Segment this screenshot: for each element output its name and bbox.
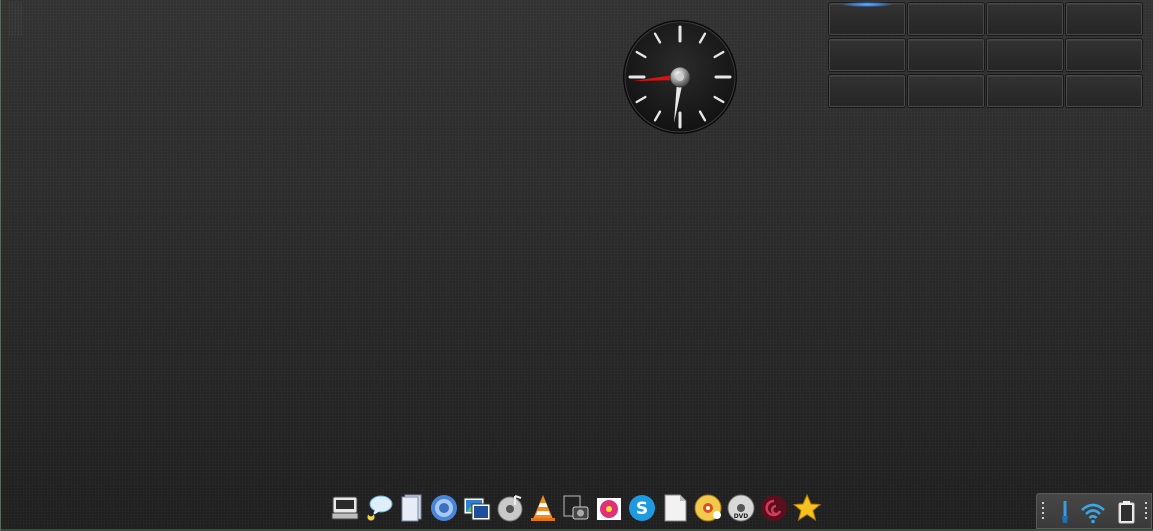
tray-grip-left[interactable] — [1042, 502, 1044, 520]
desktop-pager[interactable] — [827, 1, 1145, 110]
virtual-desktop-2[interactable] — [908, 3, 984, 35]
virtual-desktop-3[interactable] — [987, 3, 1063, 35]
dvd-icon[interactable]: DVD — [725, 492, 757, 524]
skype-icon[interactable]: S — [626, 492, 658, 524]
music-disc-icon[interactable] — [494, 492, 526, 524]
virtual-desktop-9[interactable] — [829, 75, 905, 107]
virtual-desktop-4[interactable] — [1066, 3, 1142, 35]
screenshot-icon[interactable] — [560, 492, 592, 524]
battery-icon[interactable] — [1113, 498, 1141, 526]
document-icon[interactable] — [659, 492, 691, 524]
virtual-desktop-6[interactable] — [908, 39, 984, 71]
virtual-desktop-12[interactable] — [1066, 75, 1142, 107]
svg-text:S: S — [636, 499, 648, 519]
favorites-star-icon[interactable] — [791, 492, 823, 524]
system-tray — [1036, 493, 1152, 529]
svg-text:DVD: DVD — [734, 513, 749, 520]
virtual-desktop-8[interactable] — [1066, 39, 1142, 71]
application-dock: S DVD — [329, 490, 823, 526]
debian-swirl-icon[interactable] — [758, 492, 790, 524]
tray-grip-right[interactable] — [1145, 502, 1147, 520]
virtual-desktop-10[interactable] — [908, 75, 984, 107]
virtual-desktop-11[interactable] — [987, 75, 1063, 107]
drive-icon[interactable] — [329, 492, 361, 524]
disc-burner-icon[interactable] — [692, 492, 724, 524]
flower-app-icon[interactable] — [593, 492, 625, 524]
files-icon[interactable] — [395, 492, 427, 524]
image-viewer-icon[interactable] — [461, 492, 493, 524]
wifi-icon[interactable] — [1079, 498, 1107, 526]
chat-icon[interactable] — [362, 492, 394, 524]
virtual-desktop-1[interactable] — [829, 2, 905, 35]
analog-clock-widget[interactable] — [620, 19, 740, 135]
clock-face — [623, 20, 737, 134]
brush-icon[interactable] — [1051, 498, 1079, 526]
desktop[interactable]: S DVD — [0, 0, 1153, 531]
vlc-cone-icon[interactable] — [527, 492, 559, 524]
left-edge-handle — [9, 2, 23, 36]
virtual-desktop-7[interactable] — [987, 39, 1063, 71]
virtual-desktop-5[interactable] — [829, 39, 905, 71]
browser-icon[interactable] — [428, 492, 460, 524]
